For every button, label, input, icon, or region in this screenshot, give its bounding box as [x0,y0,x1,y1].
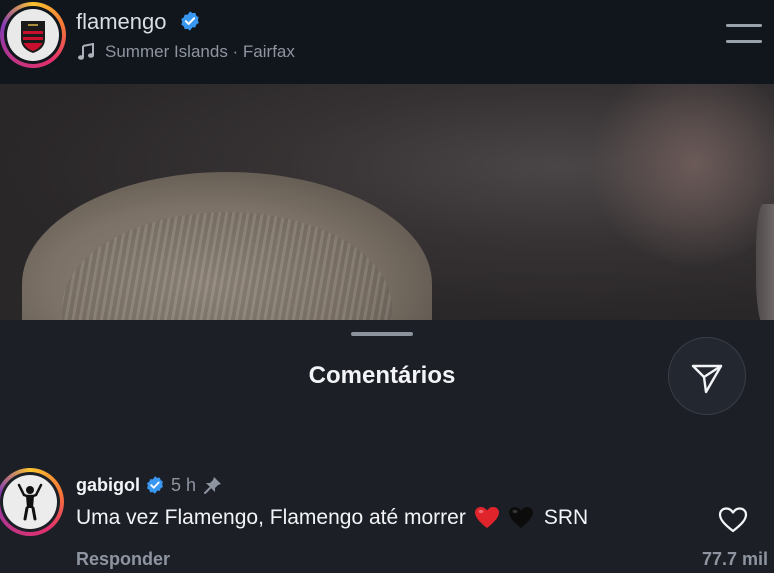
send-icon [691,364,723,394]
post-header: flamengo Summer Islands · Fairfax [0,0,774,84]
comments-sheet: Comentários gabigol 5 h Uma vez Flamengo… [0,320,774,573]
flamengo-crest-icon [21,21,45,53]
verified-badge-icon [180,11,199,31]
verified-badge-icon [147,476,163,494]
comment-text-body: Uma vez Flamengo, Flamengo até morrer [76,506,466,529]
sheet-drag-handle[interactable] [351,332,413,336]
comment-text: Uma vez Flamengo, Flamengo até morrer SR… [76,506,588,530]
reply-button[interactable]: Responder [76,549,170,570]
commenter-avatar-story-ring[interactable] [0,468,64,536]
username-text[interactable]: flamengo [76,9,167,34]
comment-time: 5 h [171,474,197,495]
like-heart-icon[interactable] [718,506,748,534]
post-username[interactable]: flamengo [76,9,201,35]
flamengo-avatar-story-ring[interactable] [0,2,66,68]
menu-icon[interactable] [726,24,762,46]
flamengo-avatar [7,9,59,61]
black-heart-emoji-icon [508,507,533,528]
celebrating-player-icon [17,483,43,521]
commenter-avatar [3,475,57,529]
pin-icon [204,477,222,494]
music-title: Summer Islands · Fairfax [105,42,295,61]
send-button[interactable] [668,337,746,415]
music-info[interactable]: Summer Islands · Fairfax [77,42,295,62]
music-note-icon [78,43,94,60]
post-photo[interactable] [0,84,774,320]
comment-item: gabigol 5 h Uma vez Flamengo, Flamengo a… [0,468,774,573]
like-count: 77.7 mil [701,549,768,569]
commenter-header: gabigol 5 h [76,474,224,496]
red-heart-emoji-icon [474,507,499,528]
comments-title: Comentários [308,362,456,389]
commenter-username[interactable]: gabigol [76,475,140,496]
comment-text-suffix: SRN [543,506,589,529]
